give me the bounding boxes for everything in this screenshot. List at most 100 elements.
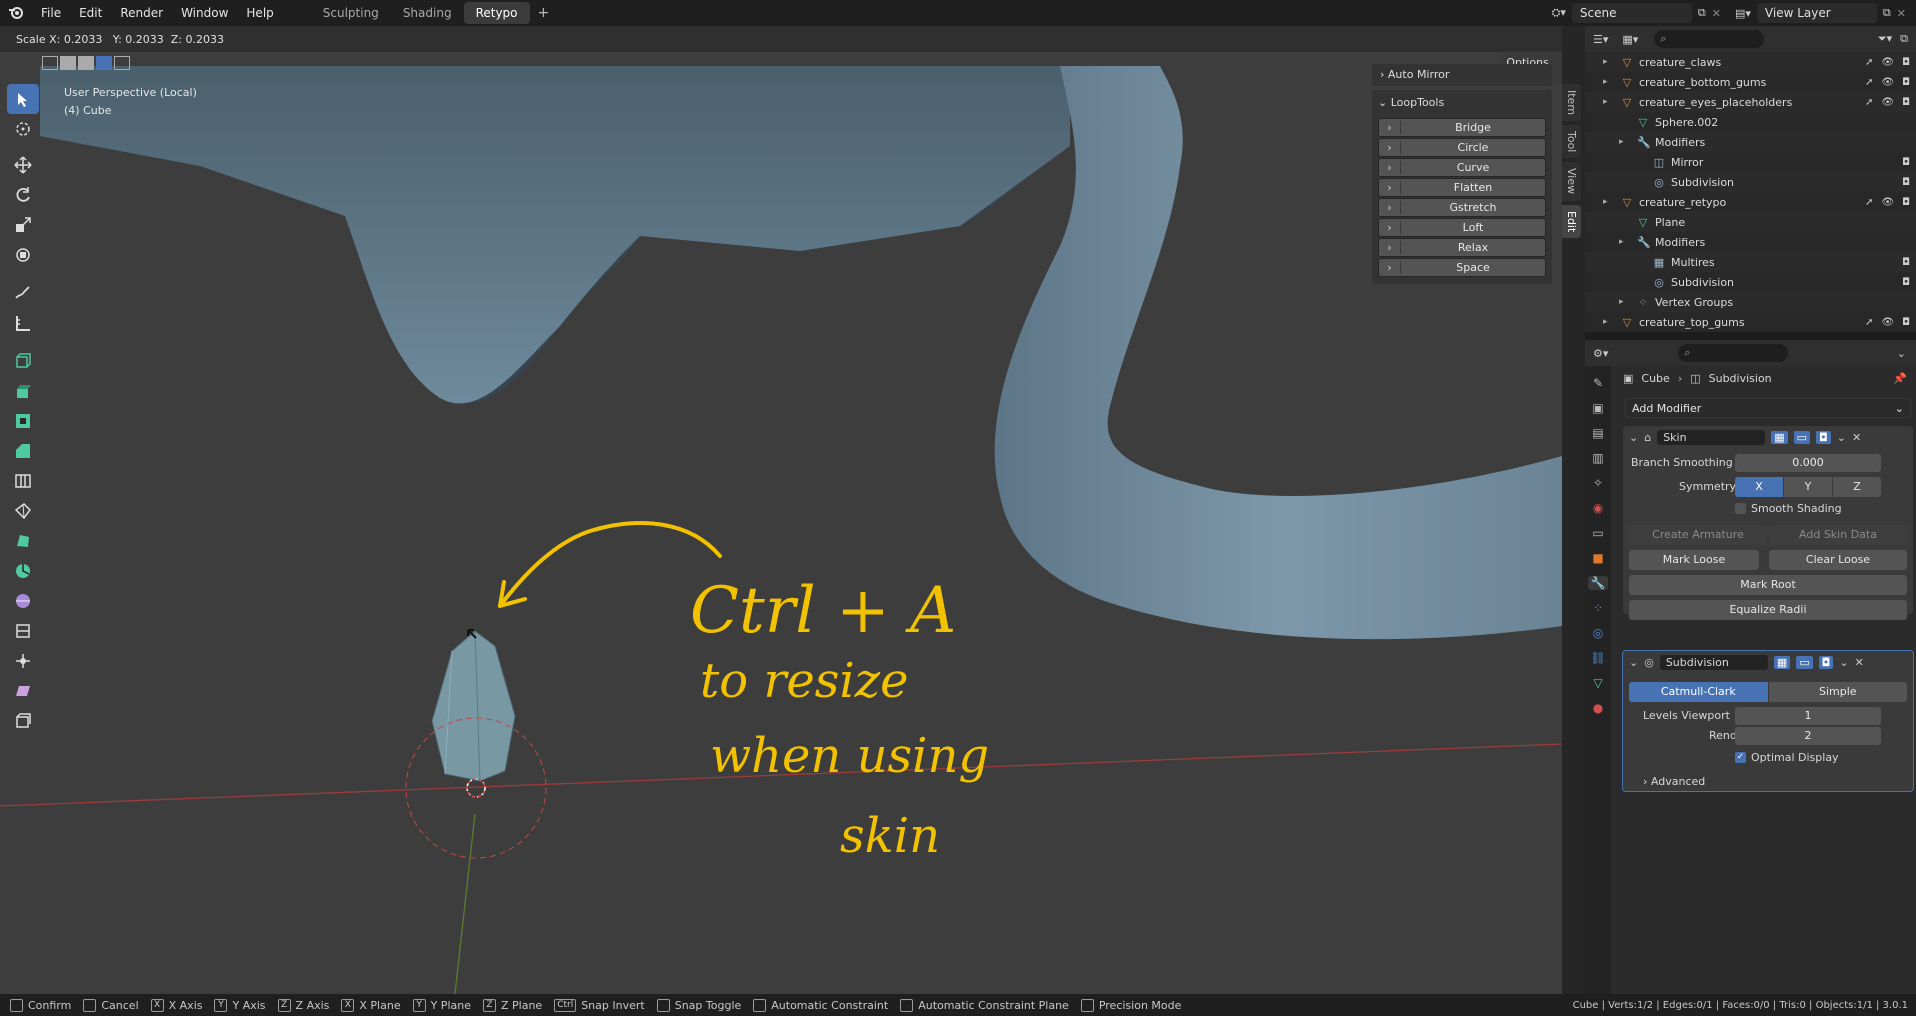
smooth-shading-checkbox[interactable]: Smooth Shading	[1735, 502, 1842, 515]
subdivision-name-field[interactable]: Subdivision	[1659, 654, 1768, 670]
new-scene-icon[interactable]: ⧉	[1698, 6, 1706, 20]
render-toggle-icon[interactable]: ◘	[1816, 430, 1831, 444]
catmull-clark-toggle[interactable]: Catmull-Clark	[1629, 682, 1768, 702]
outliner-row[interactable]: ◫ Mirror ◘	[1585, 152, 1916, 172]
branch-smoothing-field[interactable]: 0.000	[1735, 454, 1881, 472]
add-skin-data-button[interactable]: Add Skin Data	[1769, 525, 1907, 545]
mark-root-button[interactable]: Mark Root	[1629, 575, 1907, 595]
create-armature-button[interactable]: Create Armature	[1629, 525, 1767, 545]
circle-button[interactable]: › Circle	[1378, 138, 1546, 157]
filter-icon[interactable]: ⏷▾	[1878, 32, 1892, 46]
space-button[interactable]: › Space	[1378, 258, 1546, 277]
edge-slide-tool-icon[interactable]	[7, 616, 39, 646]
camera-icon[interactable]: ◘	[1902, 157, 1910, 168]
select-arrow-icon[interactable]: ➚	[1865, 77, 1873, 88]
cursor-tool-icon[interactable]	[7, 114, 39, 144]
collection-tab-icon[interactable]: ▭	[1592, 526, 1603, 540]
collapse-chevron-icon[interactable]: ⌄	[1629, 656, 1638, 669]
select-arrow-icon[interactable]: ➚	[1865, 97, 1873, 108]
clear-loose-button[interactable]: Clear Loose	[1769, 550, 1907, 570]
camera-icon[interactable]: ◘	[1902, 277, 1910, 288]
modifier-tab-icon[interactable]: 🔧	[1587, 576, 1609, 590]
camera-icon[interactable]: ◘	[1902, 177, 1910, 188]
advanced-subpanel[interactable]: › Advanced	[1643, 775, 1705, 788]
scene-field[interactable]: Scene	[1571, 3, 1692, 23]
tab-edit[interactable]: Edit	[1562, 204, 1581, 238]
editor-type-icon[interactable]: ☰▾	[1593, 33, 1608, 46]
expand-toggle-icon[interactable]: ▸	[1603, 57, 1608, 67]
move-tool-icon[interactable]	[7, 150, 39, 180]
render-levels-field[interactable]: 2	[1735, 727, 1881, 745]
pin-icon[interactable]: 📌	[1893, 372, 1907, 385]
add-modifier-button[interactable]: Add Modifier ⌄	[1625, 398, 1911, 418]
object-tab-icon[interactable]: ■	[1592, 551, 1603, 565]
menu-edit[interactable]: Edit	[70, 6, 111, 20]
menu-window[interactable]: Window	[172, 6, 237, 20]
simple-toggle[interactable]: Simple	[1768, 682, 1907, 702]
select-arrow-icon[interactable]: ➚	[1865, 197, 1873, 208]
menu-render[interactable]: Render	[111, 6, 172, 20]
world-tab-icon[interactable]: ◉	[1593, 501, 1603, 515]
select-intersect-icon[interactable]	[114, 56, 130, 70]
tab-item[interactable]: Item	[1562, 84, 1581, 122]
symmetry-y-toggle[interactable]: Y	[1784, 477, 1832, 497]
add-cube-tool-icon[interactable]	[7, 346, 39, 376]
tab-sculpting[interactable]: Sculpting	[311, 2, 391, 24]
outliner-row[interactable]: ▸ ▽ creature_bottom_gums ➚ 👁 ◘	[1585, 72, 1916, 92]
outliner-row[interactable]: ◎ Subdivision ◘	[1585, 272, 1916, 292]
scale-tool-icon[interactable]	[7, 210, 39, 240]
camera-icon[interactable]: ◘	[1902, 257, 1910, 268]
poly-build-tool-icon[interactable]	[7, 526, 39, 556]
levels-viewport-field[interactable]: 1	[1735, 707, 1881, 725]
optimal-display-checkbox[interactable]: ✓ Optimal Display	[1735, 751, 1839, 764]
expand-toggle-icon[interactable]: ▸	[1603, 77, 1608, 87]
equalize-radii-button[interactable]: Equalize Radii	[1629, 600, 1907, 620]
add-workspace-icon[interactable]: +	[538, 5, 550, 21]
camera-icon[interactable]: ◘	[1902, 57, 1910, 68]
render-toggle-icon[interactable]: ◘	[1818, 655, 1834, 669]
relax-button[interactable]: › Relax	[1378, 238, 1546, 257]
bridge-button[interactable]: › Bridge	[1378, 118, 1546, 137]
outliner-row[interactable]: ▸ ▽ creature_top_gums ➚ 👁 ◘	[1585, 312, 1916, 332]
measure-tool-icon[interactable]	[7, 308, 39, 338]
camera-icon[interactable]: ◘	[1902, 197, 1910, 208]
flatten-button[interactable]: › Flatten	[1378, 178, 1546, 197]
collapse-chevron-icon[interactable]: ⌄	[1629, 431, 1638, 444]
curve-button[interactable]: › Curve	[1378, 158, 1546, 177]
remove-modifier-icon[interactable]: ✕	[1852, 431, 1861, 444]
view-layer-icon[interactable]: ▤▾	[1735, 7, 1751, 20]
dropdown-icon[interactable]: ⌄	[1839, 656, 1848, 669]
camera-icon[interactable]: ◘	[1902, 77, 1910, 88]
bevel-tool-icon[interactable]	[7, 436, 39, 466]
select-arrow-icon[interactable]: ➚	[1865, 317, 1873, 328]
properties-editor-icon[interactable]: ⚙▾	[1593, 347, 1608, 360]
mark-loose-button[interactable]: Mark Loose	[1629, 550, 1759, 570]
expand-toggle-icon[interactable]: ▸	[1603, 97, 1608, 107]
constraints-tab-icon[interactable]: ⛓	[1590, 651, 1605, 665]
loft-button[interactable]: › Loft	[1378, 218, 1546, 237]
expand-toggle-icon[interactable]: ▸	[1603, 317, 1608, 327]
outliner-row[interactable]: ◎ Subdivision ◘	[1585, 172, 1916, 192]
tab-retypo[interactable]: Retypo	[463, 2, 530, 24]
editmode-toggle-icon[interactable]: ▦	[1773, 655, 1791, 669]
expand-toggle-icon[interactable]: ▸	[1619, 237, 1624, 247]
rip-region-tool-icon[interactable]	[7, 706, 39, 736]
outliner-row[interactable]: ▸ 🔧 Modifiers	[1585, 232, 1916, 252]
new-view-layer-icon[interactable]: ⧉	[1883, 6, 1891, 20]
tab-tool[interactable]: Tool	[1562, 125, 1581, 159]
select-new-icon[interactable]	[42, 56, 58, 70]
rotate-tool-icon[interactable]	[7, 180, 39, 210]
dropdown-icon[interactable]: ⌄	[1837, 431, 1846, 444]
looptools-header[interactable]: ⌄ LoopTools	[1378, 94, 1546, 114]
outliner-search[interactable]: ⌕	[1654, 30, 1765, 48]
camera-icon[interactable]: ◘	[1902, 97, 1910, 108]
tab-view[interactable]: View	[1562, 162, 1581, 201]
delete-view-layer-icon[interactable]: ✕	[1897, 7, 1906, 20]
remove-modifier-icon[interactable]: ✕	[1855, 656, 1864, 669]
select-arrow-icon[interactable]: ➚	[1865, 57, 1873, 68]
expand-toggle-icon[interactable]: ▸	[1619, 137, 1624, 147]
select-box-tool-icon[interactable]	[7, 84, 39, 114]
knife-tool-icon[interactable]	[7, 496, 39, 526]
annotate-tool-icon[interactable]	[7, 278, 39, 308]
smooth-tool-icon[interactable]	[7, 586, 39, 616]
